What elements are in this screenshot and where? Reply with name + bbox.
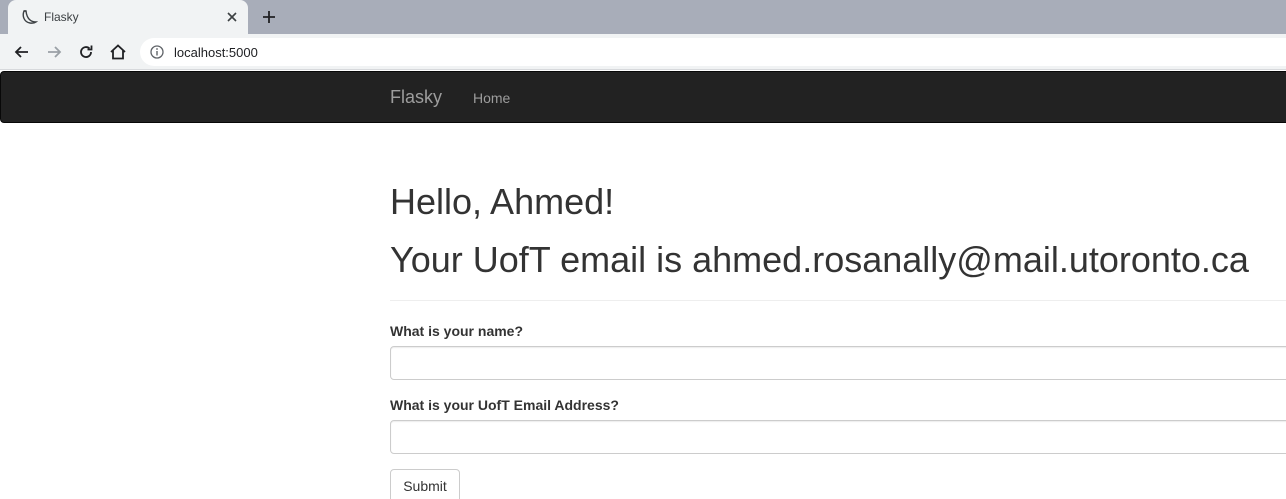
address-bar[interactable]: localhost:5000: [140, 38, 1286, 66]
navbar-brand[interactable]: Flasky: [390, 87, 442, 108]
email-field-label: What is your UofT Email Address?: [390, 397, 619, 413]
site-navbar: Flasky Home: [0, 71, 1286, 123]
name-input[interactable]: [390, 346, 1286, 380]
nav-link-home[interactable]: Home: [473, 90, 510, 106]
tab-title: Flasky: [44, 10, 79, 24]
back-arrow-icon[interactable]: [12, 42, 32, 62]
browser-tab[interactable]: Flasky: [8, 0, 248, 34]
browser-tabstrip: Flasky: [0, 0, 1286, 34]
browser-toolbar: localhost:5000: [0, 34, 1286, 70]
name-field-label: What is your name?: [390, 323, 524, 339]
home-icon[interactable]: [108, 42, 128, 62]
page-header: Hello, Ahmed! Your UofT email is ahmed.r…: [390, 180, 1286, 282]
new-tab-plus-icon[interactable]: [260, 8, 278, 26]
submit-button[interactable]: Submit: [390, 469, 460, 499]
email-heading: Your UofT email is ahmed.rosanally@mail.…: [390, 239, 1249, 280]
url-text: localhost:5000: [174, 45, 258, 60]
greeting-heading: Hello, Ahmed!: [390, 181, 615, 222]
reload-icon[interactable]: [76, 42, 96, 62]
close-icon[interactable]: [224, 9, 240, 25]
flask-favicon-icon: [22, 10, 38, 24]
email-input[interactable]: [390, 420, 1286, 454]
forward-arrow-icon[interactable]: [44, 42, 64, 62]
info-icon[interactable]: [150, 45, 164, 59]
header-divider: [390, 300, 1286, 301]
